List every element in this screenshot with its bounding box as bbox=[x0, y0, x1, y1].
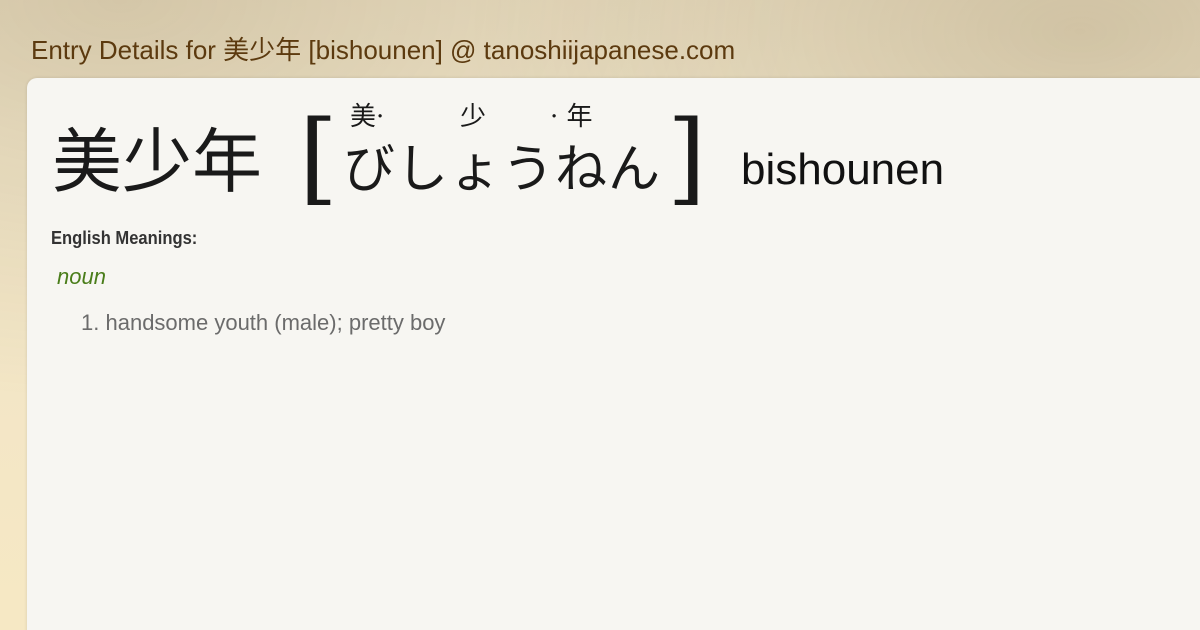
entry-kanji: 美少年 bbox=[52, 121, 262, 203]
reading-bracket-close: ] bbox=[667, 99, 707, 216]
part-of-speech: noun bbox=[57, 264, 106, 289]
entry-card: 美少年 [ 美· 少 · 年 びしょうねん ] bishounen Englis… bbox=[27, 78, 1200, 630]
meaning-text: handsome youth (male); pretty boy bbox=[105, 310, 446, 335]
entry-romaji: bishounen bbox=[741, 145, 945, 194]
page-title: Entry Details for 美少年 [bishounen] @ tano… bbox=[31, 35, 736, 65]
furigana-3: · 年 bbox=[550, 102, 593, 132]
entry-kana-reading: びしょうねん bbox=[343, 140, 662, 200]
reading-bracket-open: [ bbox=[299, 99, 339, 216]
furigana-1: 美· bbox=[350, 102, 385, 132]
english-meanings-label: English Meanings: bbox=[51, 228, 198, 248]
meaning-number: 1. bbox=[81, 310, 100, 335]
meanings-list: 1. handsome youth (male); pretty boy bbox=[81, 308, 445, 338]
furigana-2: 少 bbox=[460, 102, 487, 132]
meaning-item: 1. handsome youth (male); pretty boy bbox=[81, 308, 445, 338]
